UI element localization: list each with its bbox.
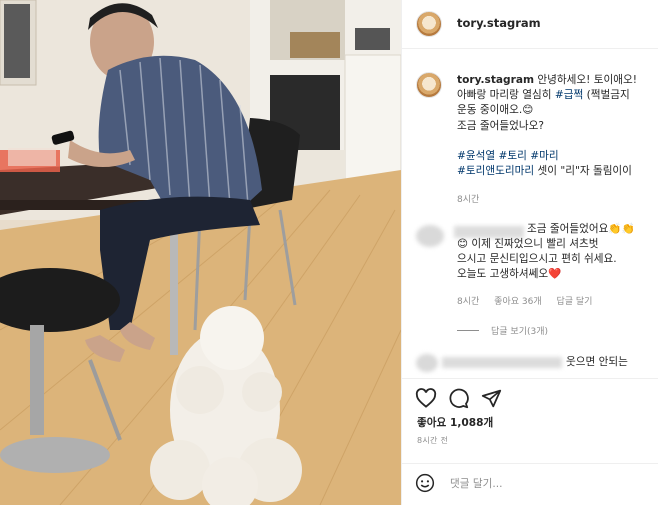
comment-line: 조금 줄어들었어요👏👏: [527, 223, 635, 235]
caption-hashtag[interactable]: #급쩍: [555, 89, 583, 101]
post-timestamp: 8시간 전: [417, 436, 449, 445]
caption-line-4: 조금 줄어들었나오?: [457, 119, 544, 132]
caption-line-3: 운동 중이애오.: [457, 104, 523, 117]
comment-text: 조금 줄어들었어요👏👏 😊 이제 진짜었으니 빨리 셔츠벗 으시고 문신티입으시…: [457, 222, 657, 282]
caption-line-6-tail: 셋이 "리"자 돌림이이: [534, 165, 632, 178]
hashtag-link[interactable]: #마리: [530, 150, 558, 162]
comment-item: 웃으면 안되는: [402, 352, 658, 374]
caption-line-2-tail: (쩍벌금지: [583, 89, 630, 102]
caption-text: tory.stagram 안녕하세오! 토이애오! 아빠랑 마리랑 열심히 #급…: [457, 73, 657, 179]
caption-line-1: 안녕하세오! 토이애오!: [537, 74, 637, 86]
comment-icon[interactable]: [448, 388, 469, 413]
view-replies-label: 답글 보기(3개): [491, 327, 549, 337]
author-username[interactable]: tory.stagram: [457, 16, 541, 30]
caption-line-2: 아빠랑 마리랑 열심히: [457, 89, 555, 102]
commenter-avatar[interactable]: [416, 354, 438, 372]
add-comment-bar: 댓글 달기...: [402, 463, 658, 501]
post-actions: 좋아요 1,088개 8시간 전 댓글 달기...: [402, 378, 658, 500]
caption-avatar[interactable]: [416, 72, 442, 98]
comment-line: 으시고 문신티입으시고 편히 쉬세요.: [457, 253, 617, 265]
heart-icon[interactable]: [415, 388, 437, 412]
post-sidebar: tory.stagram tory.stagram 안녕하세오! 토이애오! 아…: [401, 0, 658, 505]
caption-emoji: 😊: [522, 104, 534, 117]
commenter-avatar[interactable]: [416, 225, 444, 247]
hashtag-link[interactable]: #토리: [499, 150, 527, 162]
add-comment-input[interactable]: 댓글 달기...: [450, 476, 502, 491]
comment-meta: 8시간 좋아요 36개 답글 달기: [457, 294, 604, 307]
emoji-icon[interactable]: [415, 473, 435, 497]
instagram-post-viewer: tory.stagram tory.stagram 안녕하세오! 토이애오! 아…: [0, 0, 658, 505]
share-icon[interactable]: [481, 388, 502, 413]
replies-divider: [457, 330, 479, 331]
comment-likes[interactable]: 좋아요 36개: [494, 297, 541, 307]
reply-button[interactable]: 답글 달기: [556, 297, 592, 307]
author-avatar[interactable]: [416, 11, 442, 37]
view-replies-button[interactable]: 답글 보기(3개): [457, 324, 548, 337]
hashtag-link[interactable]: #윤석열: [457, 150, 495, 162]
commenter-username-redacted: [442, 357, 562, 368]
comment-line: 😊 이제 진짜었으니 빨리 셔츠벗: [457, 238, 599, 250]
likes-number: 1,088개: [449, 417, 494, 429]
comment-timestamp: 8시간: [457, 297, 480, 307]
post-photo[interactable]: [0, 0, 401, 505]
hashtag-link[interactable]: #토리앤도리마리: [457, 165, 534, 177]
post-header: tory.stagram: [402, 0, 658, 49]
caption-timestamp: 8시간: [457, 195, 480, 205]
comment-text: 웃으면 안되는: [566, 356, 628, 368]
comment-line: 오늘도 고생하셔쎄오❤️: [457, 268, 562, 280]
likes-count[interactable]: 좋아요 1,088개: [417, 415, 493, 430]
likes-label: 좋아요: [417, 417, 447, 429]
caption-username[interactable]: tory.stagram: [457, 74, 534, 86]
